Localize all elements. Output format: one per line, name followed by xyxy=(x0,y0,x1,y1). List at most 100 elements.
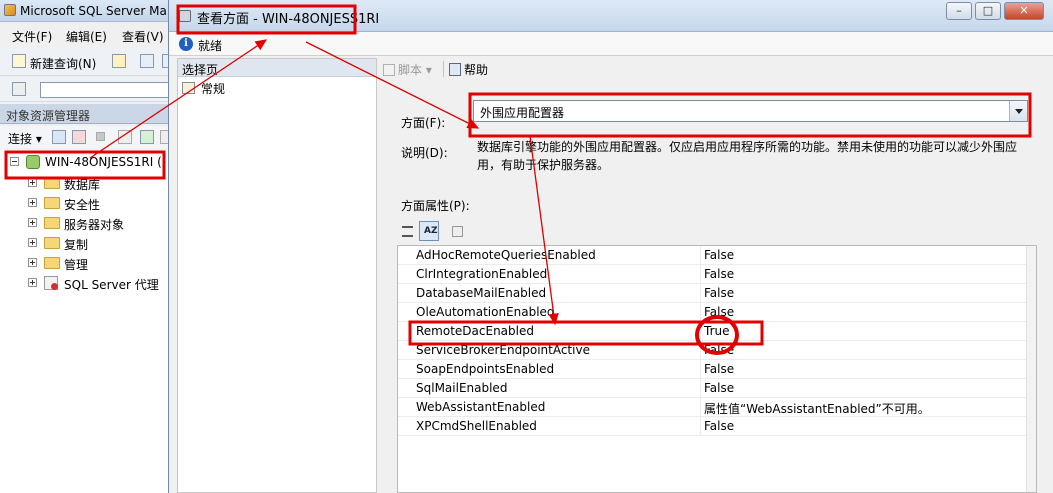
status-bar: i 就绪 xyxy=(169,32,1053,56)
property-row[interactable]: SqlMailEnabled False xyxy=(398,379,1026,398)
ssms-standard-toolbar: 新建查询(N) xyxy=(0,48,180,76)
menu-view[interactable]: 查看(V) xyxy=(122,28,164,45)
categorized-button[interactable] xyxy=(397,221,417,241)
folder-icon xyxy=(44,217,60,229)
expand-icon[interactable] xyxy=(28,238,37,247)
ssms-main-window: Microsoft SQL Server Ma 文件(F) 编辑(E) 查看(V… xyxy=(0,0,180,493)
expand-icon[interactable] xyxy=(28,178,37,187)
column-divider xyxy=(700,398,701,417)
open-file-icon[interactable] xyxy=(112,54,126,68)
property-pages-button[interactable] xyxy=(447,221,467,241)
property-row[interactable]: ClrIntegrationEnabled False xyxy=(398,265,1026,284)
property-row[interactable]: WebAssistantEnabled 属性值“WebAssistantEnabl… xyxy=(398,398,1026,417)
column-divider xyxy=(700,303,701,322)
property-row[interactable]: OleAutomationEnabled False xyxy=(398,303,1026,322)
property-value[interactable]: False xyxy=(704,267,734,281)
ssms-app-icon xyxy=(4,4,16,16)
select-page-title: 选择页 xyxy=(182,63,219,77)
facet-dropdown[interactable]: 外围应用配置器 xyxy=(473,100,1028,122)
tree-item-security[interactable]: 安全性 xyxy=(0,194,180,212)
status-text: 就绪 xyxy=(198,39,223,53)
object-explorer-toolbar: 连接 ▾ xyxy=(0,126,180,148)
select-page-pane: 选择页 常规 xyxy=(177,58,377,493)
server-node[interactable]: WIN-48ONJESS1RI ( xyxy=(0,153,180,171)
property-value[interactable]: False xyxy=(704,362,734,376)
close-button[interactable]: ✕ xyxy=(1004,2,1044,20)
description-text: 数据库引擎功能的外围应用配置器。仅应启用应用程序所需的功能。禁用未使用的功能可以… xyxy=(477,140,1018,172)
facet-properties-grid: AdHocRemoteQueriesEnabled False ClrIntegra… xyxy=(397,245,1037,493)
property-value[interactable]: False xyxy=(704,381,734,395)
property-value[interactable]: False xyxy=(704,248,734,262)
tree-item-replication[interactable]: 复制 xyxy=(0,234,180,252)
facet-label: 方面(F): xyxy=(401,116,446,130)
tree-item-label: 数据库 xyxy=(64,178,101,192)
folder-icon xyxy=(44,257,60,269)
property-pages-icon xyxy=(452,226,463,237)
property-row[interactable]: ServiceBrokerEndpointActive False xyxy=(398,341,1026,360)
property-name: SoapEndpointsEnabled xyxy=(416,362,555,376)
tree-item-management[interactable]: 管理 xyxy=(0,254,180,272)
property-value[interactable]: False xyxy=(704,305,734,319)
collapse-server-icon[interactable] xyxy=(10,157,19,166)
column-divider xyxy=(700,417,701,436)
menu-file[interactable]: 文件(F) xyxy=(12,28,52,45)
column-divider xyxy=(700,265,701,284)
stop-icon[interactable] xyxy=(96,132,105,141)
minimize-button[interactable]: – xyxy=(946,2,972,20)
server-node-label: WIN-48ONJESS1RI ( xyxy=(45,155,162,169)
disconnect-icon[interactable] xyxy=(72,130,86,144)
property-value[interactable]: False xyxy=(704,286,734,300)
property-name: ServiceBrokerEndpointActive xyxy=(416,343,590,357)
alphabetical-button[interactable]: AZ xyxy=(419,221,439,241)
object-explorer-tree: WIN-48ONJESS1RI ( 数据库 安全性 服务器对象 复制 管理 SQ… xyxy=(0,150,180,493)
categorized-icon xyxy=(402,226,413,237)
dialog-title: 查看方面 - WIN-48ONJESS1RI xyxy=(197,12,380,27)
facet-properties-label: 方面属性(P): xyxy=(401,199,470,213)
folder-icon xyxy=(44,237,60,249)
server-icon xyxy=(26,155,40,169)
database-dropdown[interactable] xyxy=(40,82,170,98)
property-row[interactable]: XPCmdShellEnabled False xyxy=(398,417,1026,436)
script-button[interactable]: 脚本 ▾ xyxy=(383,61,432,78)
property-value[interactable]: True xyxy=(704,324,730,338)
column-divider xyxy=(700,322,701,341)
chevron-down-icon[interactable] xyxy=(1009,101,1027,121)
facet-content-pane: 脚本 ▾ 帮助 方面(F): 外围应用配置器 说明(D): 数据库引擎功能的外围… xyxy=(379,58,1053,493)
properties-toolbar: AZ xyxy=(397,221,477,243)
page-item-label: 常规 xyxy=(201,82,226,96)
mdx-query-icon[interactable] xyxy=(140,54,154,68)
property-row[interactable]: SoapEndpointsEnabled False xyxy=(398,360,1026,379)
expand-icon[interactable] xyxy=(28,258,37,267)
connect-dropdown[interactable]: 连接 ▾ xyxy=(8,130,42,147)
property-row[interactable]: RemoteDacEnabled True xyxy=(398,322,1026,341)
refresh-icon[interactable] xyxy=(140,130,154,144)
expand-icon[interactable] xyxy=(28,278,37,287)
property-value[interactable]: False xyxy=(704,343,734,357)
sort-az-icon: AZ xyxy=(424,226,438,236)
property-value[interactable]: False xyxy=(704,419,734,433)
property-row[interactable]: AdHocRemoteQueriesEnabled False xyxy=(398,246,1026,265)
tree-item-server-objects[interactable]: 服务器对象 xyxy=(0,214,180,232)
menu-edit[interactable]: 编辑(E) xyxy=(66,28,107,45)
tree-item-label: 安全性 xyxy=(64,198,101,212)
property-value[interactable]: 属性值“WebAssistantEnabled”不可用。 xyxy=(704,400,930,417)
maximize-button[interactable]: □ xyxy=(975,2,1001,20)
tree-item-sql-agent[interactable]: SQL Server 代理 xyxy=(0,274,180,292)
new-query-button[interactable]: 新建查询(N) xyxy=(30,55,96,72)
tree-item-databases[interactable]: 数据库 xyxy=(0,174,180,192)
description-label: 说明(D): xyxy=(401,146,448,160)
expand-icon[interactable] xyxy=(28,218,37,227)
expand-icon[interactable] xyxy=(28,198,37,207)
filter-icon[interactable] xyxy=(118,130,132,144)
help-button[interactable]: 帮助 xyxy=(449,61,488,78)
connect-icon[interactable] xyxy=(52,130,66,144)
grid-scrollbar[interactable] xyxy=(1026,246,1036,492)
tree-item-label: SQL Server 代理 xyxy=(64,278,159,292)
dialog-title-bar[interactable]: 查看方面 - WIN-48ONJESS1RI – □ ✕ xyxy=(169,0,1053,32)
facet-dropdown-value: 外围应用配置器 xyxy=(480,106,565,120)
property-row[interactable]: DatabaseMailEnabled False xyxy=(398,284,1026,303)
object-explorer-header: 对象资源管理器 xyxy=(0,104,180,124)
tree-item-label: 服务器对象 xyxy=(64,218,125,232)
property-name: DatabaseMailEnabled xyxy=(416,286,547,300)
connect-engine-icon[interactable] xyxy=(12,82,26,96)
